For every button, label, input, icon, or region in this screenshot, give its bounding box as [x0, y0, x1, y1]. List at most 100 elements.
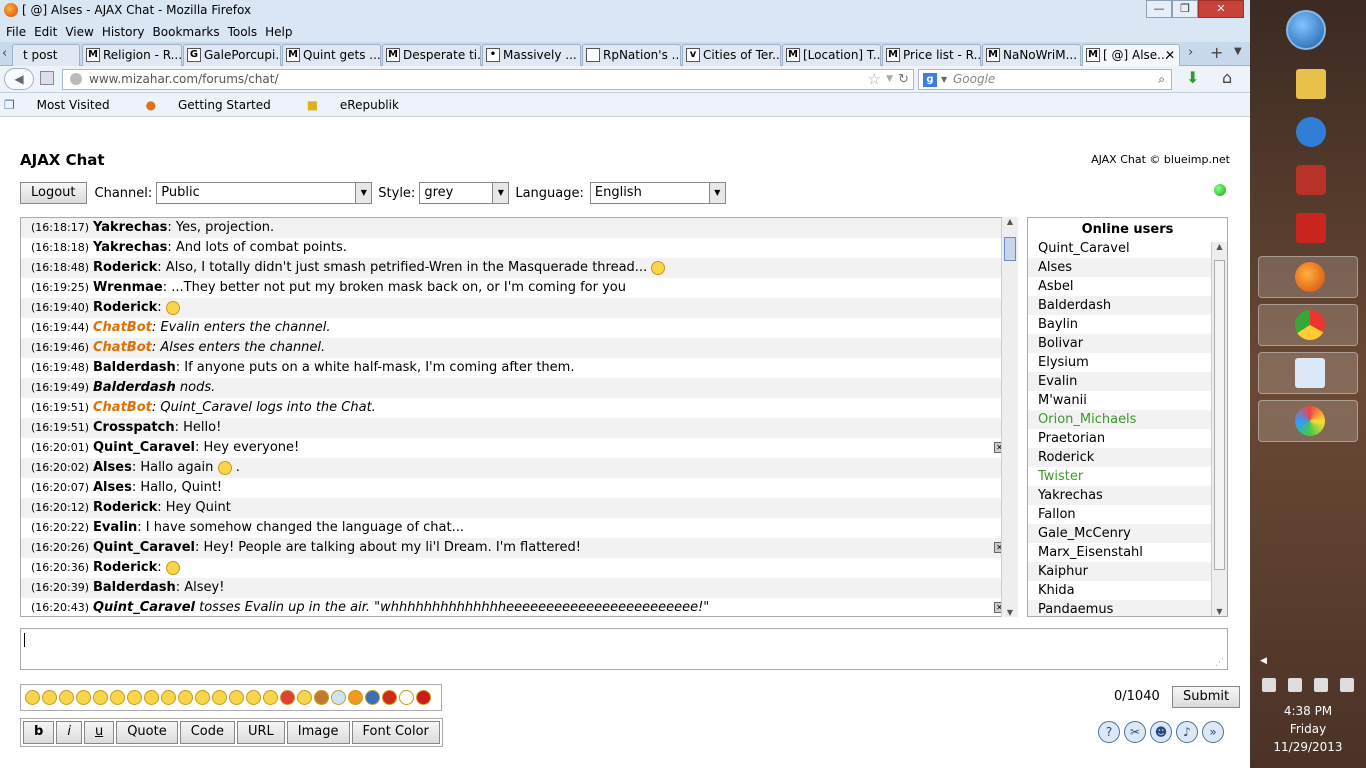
scroll-up-icon[interactable]: ▲ — [1002, 217, 1018, 226]
browser-tab[interactable]: M Price list - R... — [882, 44, 981, 66]
style-select[interactable]: grey ▼ — [419, 182, 510, 204]
menu-item-tools[interactable]: Tools — [224, 25, 262, 39]
bookmark-erepublik[interactable]: ■ eRepublik — [307, 98, 417, 112]
search-bar[interactable]: g ▼ Google ⌕ — [918, 69, 1172, 90]
bbcode-b-button[interactable]: b — [23, 721, 55, 744]
browser-tab[interactable]: M [Location] T... — [782, 44, 881, 66]
volume-icon[interactable] — [1340, 678, 1354, 692]
online-user[interactable]: Praetorian — [1028, 429, 1227, 448]
close-tab-icon[interactable]: ✕ — [1165, 45, 1175, 65]
paint-taskbar-button[interactable] — [1258, 400, 1358, 442]
message-user[interactable]: Quint_Caravel — [93, 540, 195, 555]
explorer-taskbar-button[interactable] — [1260, 64, 1360, 106]
url-dropdown-icon[interactable]: ▼ — [886, 70, 893, 89]
browser-tab[interactable]: • Massively ... — [482, 44, 581, 66]
online-user[interactable]: Twister — [1028, 467, 1227, 486]
maximize-button[interactable]: ❐ — [1172, 0, 1198, 18]
online-user[interactable]: Bolivar — [1028, 334, 1227, 353]
submit-button[interactable]: Submit — [1172, 686, 1241, 708]
message-user[interactable]: Alses — [93, 480, 132, 495]
users-scrollbar[interactable]: ▲ ▼ — [1211, 242, 1227, 616]
users-scroll-thumb[interactable] — [1214, 260, 1225, 570]
emoticon-icon[interactable] — [195, 690, 210, 705]
menu-item-bookmarks[interactable]: Bookmarks — [149, 25, 224, 39]
scroll-down-icon[interactable]: ▼ — [1212, 607, 1227, 616]
online-user[interactable]: Gale_McCenry — [1028, 524, 1227, 543]
online-user[interactable]: Asbel — [1028, 277, 1227, 296]
menu-item-file[interactable]: File — [2, 25, 30, 39]
message-user[interactable]: Crosspatch — [93, 420, 175, 435]
scroll-up-icon[interactable]: ▲ — [1212, 242, 1227, 251]
browser-tab[interactable]: M NaNoWriM... — [982, 44, 1081, 66]
emoticon-icon[interactable] — [280, 690, 295, 705]
online-user[interactable]: Orion_Michaels — [1028, 410, 1227, 429]
chat-scrollbar[interactable]: ▲ ▼ — [1001, 217, 1018, 617]
message-user[interactable]: Roderick — [93, 500, 157, 515]
help-icon[interactable]: ? — [1098, 721, 1120, 743]
message-user[interactable]: Alses — [93, 460, 132, 475]
emoticon-icon[interactable] — [161, 690, 176, 705]
chrome-taskbar-button[interactable] — [1258, 304, 1358, 346]
taskbar-clock[interactable]: 4:38 PM Friday 11/29/2013 — [1250, 702, 1366, 756]
emoticon-icon[interactable] — [76, 690, 91, 705]
message-user[interactable]: Quint_Caravel — [93, 440, 195, 455]
logout-button[interactable]: Logout — [20, 182, 87, 204]
online-user[interactable]: Yakrechas — [1028, 486, 1227, 505]
emoticon-icon[interactable] — [212, 690, 227, 705]
emoticon-icon[interactable] — [297, 690, 312, 705]
minimize-button[interactable]: — — [1146, 0, 1172, 18]
bbcode-u-button[interactable]: u — [83, 721, 115, 744]
tab-scroll-left-icon[interactable]: ‹ — [2, 46, 7, 61]
message-user[interactable]: ChatBot — [93, 340, 152, 355]
emoticon-icon[interactable] — [382, 690, 397, 705]
menu-item-edit[interactable]: Edit — [30, 25, 61, 39]
emoticon-icon[interactable] — [59, 690, 74, 705]
tray-update-icon[interactable] — [1288, 678, 1302, 692]
online-user[interactable]: Elysium — [1028, 353, 1227, 372]
menu-item-history[interactable]: History — [98, 25, 149, 39]
message-user[interactable]: Yakrechas — [93, 220, 167, 235]
downloads-icon[interactable]: ⬇ — [1186, 68, 1199, 87]
bookmark-most-visited[interactable]: ❐ Most Visited — [4, 98, 128, 112]
browser-tab[interactable]: M[ @] Alse... ✕ — [1082, 44, 1180, 66]
bbcode-i-button[interactable]: i — [56, 721, 82, 744]
search-icon[interactable]: ⌕ — [1158, 70, 1165, 89]
online-user[interactable]: Roderick — [1028, 448, 1227, 467]
browser-tab[interactable]: M Quint gets ... — [282, 44, 381, 66]
online-user[interactable]: Pandaemus — [1028, 600, 1227, 616]
emoticon-icon[interactable] — [25, 690, 40, 705]
online-list-icon[interactable]: ☻ — [1150, 721, 1172, 743]
emoticon-icon[interactable] — [42, 690, 57, 705]
message-user[interactable]: Roderick — [93, 260, 157, 275]
online-user[interactable]: Kaiphur — [1028, 562, 1227, 581]
home-icon[interactable]: ⌂ — [1222, 68, 1232, 87]
message-user[interactable]: Yakrechas — [93, 240, 167, 255]
flash-taskbar-button[interactable] — [1260, 208, 1360, 250]
windows-start-icon[interactable] — [1286, 10, 1326, 50]
chat-message-list[interactable]: (16:18:17) Yakrechas: Yes, projection. (16… — [20, 217, 1018, 617]
tab-scroll-right-icon[interactable]: › — [1188, 45, 1193, 60]
message-user[interactable]: Roderick — [93, 300, 157, 315]
show-hidden-icons-icon[interactable]: ◀ — [1260, 656, 1267, 666]
audio-icon[interactable]: ♪ — [1176, 721, 1198, 743]
bbcode-image-button[interactable]: Image — [286, 721, 350, 744]
emoticon-icon[interactable] — [246, 690, 261, 705]
emoticon-icon[interactable] — [365, 690, 380, 705]
message-user[interactable]: Roderick — [93, 560, 157, 575]
settings-icon[interactable]: ✂ — [1124, 721, 1146, 743]
bookmark-getting-started[interactable]: ● Getting Started — [146, 98, 289, 112]
reload-icon[interactable]: ↻ — [898, 70, 909, 89]
bbcode-quote-button[interactable]: Quote — [116, 721, 178, 744]
close-window-button[interactable]: ✕ — [1198, 0, 1244, 18]
ie-taskbar-button[interactable] — [1260, 112, 1360, 154]
online-user[interactable]: Fallon — [1028, 505, 1227, 524]
emoticon-icon[interactable] — [178, 690, 193, 705]
browser-tab[interactable]: RpNation's ... — [582, 44, 681, 66]
message-user[interactable]: ChatBot — [93, 320, 152, 335]
emoticon-icon[interactable] — [399, 690, 414, 705]
bbcode-font-color-button[interactable]: Font Color — [351, 721, 440, 744]
menu-item-help[interactable]: Help — [261, 25, 296, 39]
message-user[interactable]: Evalin — [93, 520, 137, 535]
online-user[interactable]: Balderdash — [1028, 296, 1227, 315]
wordpad-taskbar-button[interactable] — [1258, 352, 1358, 394]
